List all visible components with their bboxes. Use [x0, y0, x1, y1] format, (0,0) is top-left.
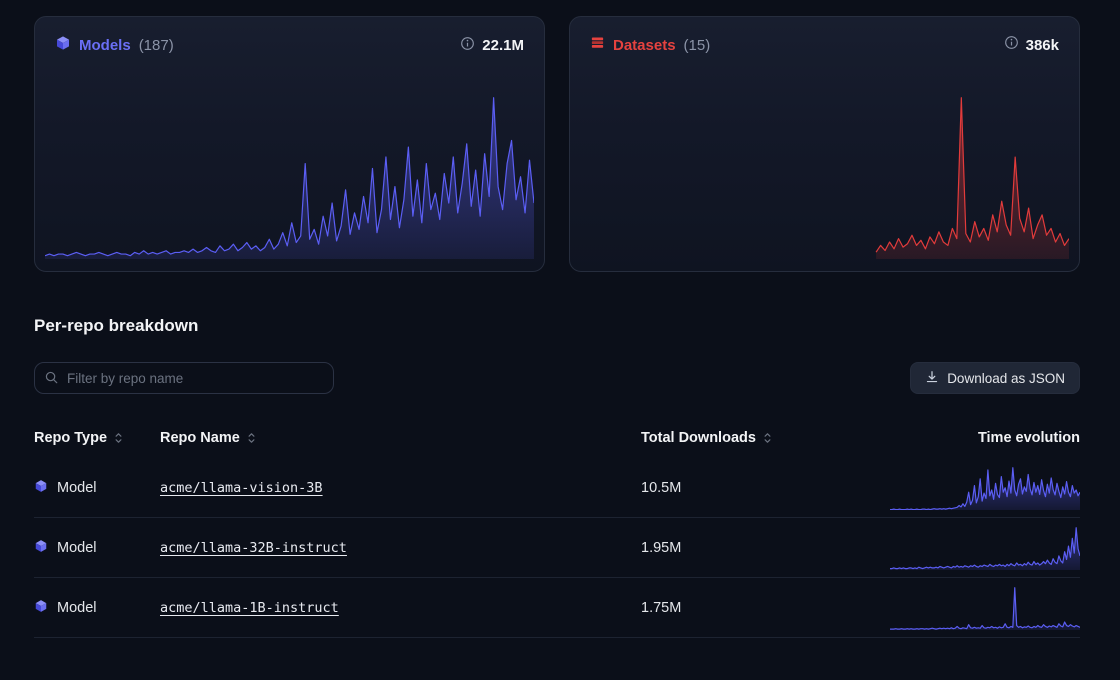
models-card-count: (187)	[139, 37, 174, 54]
repo-name-link[interactable]: acme/llama-32B-instruct	[160, 540, 347, 556]
repo-name-link[interactable]: acme/llama-vision-3B	[160, 480, 323, 496]
models-downloads-chart	[45, 91, 534, 259]
datasets-card-title: Datasets	[613, 37, 676, 54]
info-icon[interactable]	[460, 36, 475, 56]
table-row: Model acme/llama-32B-instruct 1.95M	[34, 518, 1080, 578]
per-repo-table: Repo Type Repo Name Tota	[34, 418, 1080, 638]
page-title: Per-repo breakdown	[34, 316, 1080, 336]
total-downloads-value: 1.75M	[641, 600, 881, 616]
repo-type-label: Model	[57, 600, 97, 616]
model-cube-icon	[34, 539, 48, 557]
repo-downloads-sparkline	[890, 586, 1080, 630]
header-total-downloads[interactable]: Total Downloads	[641, 430, 881, 446]
repo-type-cell: Model	[34, 599, 160, 617]
repo-downloads-sparkline	[890, 466, 1080, 510]
table-toolbar: Download as JSON	[34, 362, 1080, 394]
header-repo-type-label: Repo Type	[34, 430, 107, 446]
model-cube-icon	[34, 599, 48, 617]
sort-icon	[113, 431, 124, 445]
table-row: Model acme/llama-1B-instruct 1.75M	[34, 578, 1080, 638]
header-repo-name[interactable]: Repo Name	[160, 430, 641, 446]
repo-downloads-sparkline	[890, 526, 1080, 570]
models-card: Models (187) 22.1M	[34, 16, 545, 272]
total-downloads-value: 10.5M	[641, 480, 881, 496]
datasets-card-header: Datasets (15) 386k	[570, 17, 1079, 55]
repo-type-cell: Model	[34, 539, 160, 557]
datasets-card: Datasets (15) 386k	[569, 16, 1080, 272]
download-json-label: Download as JSON	[947, 371, 1065, 386]
models-card-title: Models	[79, 37, 131, 54]
table-header-row: Repo Type Repo Name Tota	[34, 418, 1080, 458]
repo-filter	[34, 362, 334, 394]
dataset-rows-icon	[590, 35, 605, 55]
download-icon	[925, 370, 939, 387]
repo-type-label: Model	[57, 480, 97, 496]
header-time-evolution: Time evolution	[881, 430, 1080, 446]
analytics-page: Models (187) 22.1M	[0, 0, 1120, 638]
sort-icon	[246, 431, 257, 445]
datasets-total-downloads: 386k	[1026, 37, 1059, 54]
table-row: Model acme/llama-vision-3B 10.5M	[34, 458, 1080, 518]
models-total-downloads: 22.1M	[482, 37, 524, 54]
stat-cards: Models (187) 22.1M	[34, 16, 1080, 272]
sort-icon	[762, 431, 773, 445]
download-json-button[interactable]: Download as JSON	[910, 362, 1080, 394]
model-cube-icon	[55, 35, 71, 56]
info-icon[interactable]	[1004, 35, 1019, 55]
model-cube-icon	[34, 479, 48, 497]
datasets-downloads-chart	[580, 91, 1069, 259]
header-repo-type[interactable]: Repo Type	[34, 430, 160, 446]
header-repo-name-label: Repo Name	[160, 430, 240, 446]
header-time-evolution-label: Time evolution	[978, 430, 1080, 446]
search-icon	[44, 370, 59, 385]
header-total-downloads-label: Total Downloads	[641, 430, 756, 446]
datasets-card-count: (15)	[684, 37, 711, 54]
repo-type-label: Model	[57, 540, 97, 556]
repo-name-link[interactable]: acme/llama-1B-instruct	[160, 600, 339, 616]
total-downloads-value: 1.95M	[641, 540, 881, 556]
repo-filter-input[interactable]	[34, 362, 334, 394]
models-card-header: Models (187) 22.1M	[35, 17, 544, 56]
repo-type-cell: Model	[34, 479, 160, 497]
